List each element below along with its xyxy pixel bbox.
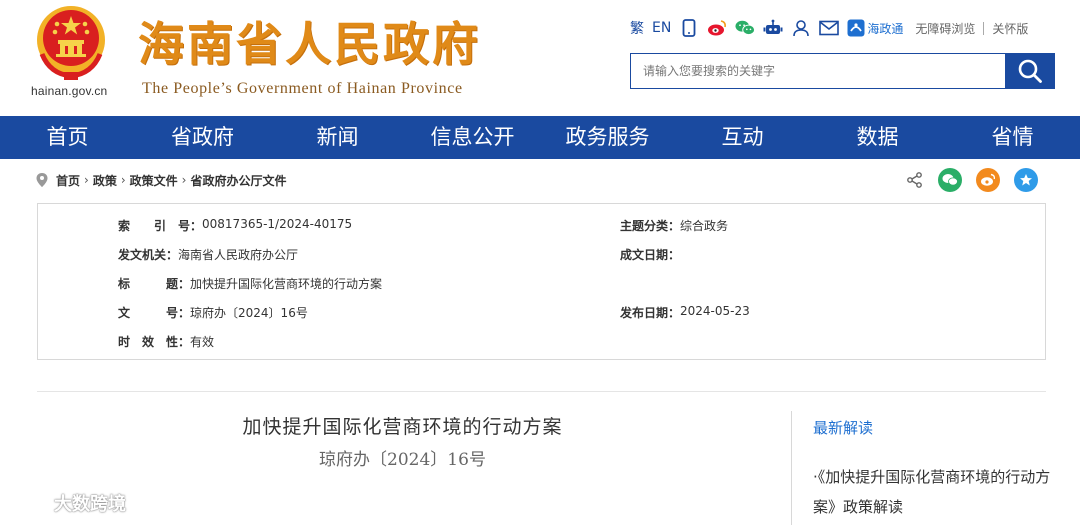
share-weibo-icon[interactable]: [976, 168, 1000, 192]
published-date-label: 发布日期：: [620, 306, 681, 320]
issuer-label: 发文机关：: [118, 248, 179, 262]
watermark: 大数跨境: [8, 490, 126, 516]
document-info-table: 索 引 号： 00817365-1/2024-40175 主题分类： 综合政务 …: [37, 203, 1046, 360]
weibo-icon[interactable]: [707, 18, 727, 38]
share-wechat-icon[interactable]: [938, 168, 962, 192]
info-row-issuer: 发文机关： 海南省人民政府办公厅: [118, 246, 298, 263]
info-row-validity: 时 效 性： 有效: [118, 333, 214, 350]
topic-value: 综合政务: [680, 219, 729, 233]
title-label: 标 题：: [118, 277, 191, 291]
info-row-document-number: 文 号： 琼府办〔2024〕16号: [118, 304, 308, 321]
breadcrumb-separator: ›: [84, 173, 89, 187]
info-row-written-date: 成文日期：: [620, 246, 680, 263]
hainan-zhengtong-label: 海政通: [867, 21, 904, 36]
nav-item-interaction[interactable]: 互动: [675, 116, 810, 159]
robot-icon[interactable]: [763, 18, 783, 38]
main-nav: 首页 省政府 新闻 信息公开 政务服务 互动 数据 省情: [0, 116, 1080, 159]
wechat-icon[interactable]: [735, 18, 756, 38]
top-toolbar: 繁 EN 海政通 无障碍浏览 关怀版: [630, 16, 1028, 40]
section-divider: [37, 391, 1046, 392]
mail-icon[interactable]: [819, 18, 840, 38]
info-row-published-date: 发布日期： 2024-05-23: [620, 304, 750, 321]
latest-interpretation-heading: 最新解读: [813, 419, 874, 437]
site-subtitle: The People’s Government of Hainan Provin…: [142, 80, 463, 97]
share-bar: [906, 168, 1038, 192]
watermark-text: 大数跨境: [54, 494, 126, 515]
info-row-index: 索 引 号： 00817365-1/2024-40175: [118, 217, 352, 234]
nav-item-information-disclosure[interactable]: 信息公开: [405, 116, 540, 159]
issuer-value: 海南省人民政府办公厅: [178, 248, 299, 262]
document-number-label: 文 号：: [118, 306, 191, 320]
sidebar-divider: [791, 411, 792, 525]
nav-item-data[interactable]: 数据: [810, 116, 945, 159]
document-title: 加快提升国际化营商环境的行动方案: [242, 416, 563, 438]
breadcrumb-separator: ›: [120, 173, 126, 187]
breadcrumb-home[interactable]: 首页: [56, 172, 80, 189]
national-emblem-icon: [37, 6, 105, 80]
site-header: hainan.gov.cn 海南省人民政府 The People’s Gover…: [0, 0, 1080, 116]
written-date-label: 成文日期：: [620, 248, 681, 262]
search-icon: [1018, 59, 1042, 83]
nav-item-provincial-government[interactable]: 省政府: [135, 116, 270, 159]
mobile-icon[interactable]: [679, 18, 699, 38]
search-button[interactable]: [1005, 53, 1055, 89]
location-pin-icon: [36, 173, 48, 187]
watermark-logo-icon: [10, 493, 50, 513]
document-number: 琼府办〔2024〕16号: [319, 450, 486, 470]
breadcrumb-policy-documents[interactable]: 政策文件: [130, 172, 178, 189]
info-row-title: 标 题： 加快提升国际化营商环境的行动方案: [118, 275, 382, 292]
published-date-value: 2024-05-23: [680, 304, 750, 318]
search-input[interactable]: [631, 54, 1005, 88]
hainan-zhengtong-link[interactable]: 海政通: [847, 19, 903, 37]
share-qzone-icon[interactable]: [1014, 168, 1038, 192]
topic-label: 主题分类：: [620, 219, 681, 233]
validity-value: 有效: [190, 335, 215, 349]
title-value: 加快提升国际化营商环境的行动方案: [190, 277, 383, 291]
interpretation-link[interactable]: ·《加快提升国际化营商环境的行动方案》政策解读: [813, 462, 1053, 522]
nav-item-province-overview[interactable]: 省情: [945, 116, 1080, 159]
info-row-topic: 主题分类： 综合政务: [620, 217, 728, 234]
nav-item-news[interactable]: 新闻: [270, 116, 405, 159]
site-domain: hainan.gov.cn: [31, 84, 108, 98]
elder-mode-link[interactable]: 关怀版: [992, 20, 1028, 37]
site-title[interactable]: 海南省人民政府: [138, 8, 481, 74]
nav-item-home[interactable]: 首页: [0, 116, 135, 159]
breadcrumb-separator: ›: [181, 173, 187, 187]
user-icon[interactable]: [791, 18, 811, 38]
breadcrumb-policy[interactable]: 政策: [93, 172, 117, 189]
index-label: 索 引 号：: [118, 219, 203, 233]
validity-label: 时 效 性：: [118, 335, 191, 349]
index-value: 00817365-1/2024-40175: [202, 217, 353, 231]
share-icon[interactable]: [906, 171, 924, 189]
search-box: [630, 53, 1006, 89]
breadcrumb-office-documents[interactable]: 省政府办公厅文件: [190, 172, 286, 189]
breadcrumb: 首页 › 政策 › 政策文件 › 省政府办公厅文件: [36, 170, 287, 190]
nav-item-government-services[interactable]: 政务服务: [540, 116, 675, 159]
document-number-value: 琼府办〔2024〕16号: [190, 306, 308, 320]
hainan-zhengtong-icon: [847, 19, 865, 37]
english-link[interactable]: EN: [652, 20, 671, 36]
traditional-chinese-link[interactable]: 繁: [630, 18, 644, 38]
accessibility-link[interactable]: 无障碍浏览: [915, 20, 975, 37]
toolbar-separator: [983, 21, 985, 35]
